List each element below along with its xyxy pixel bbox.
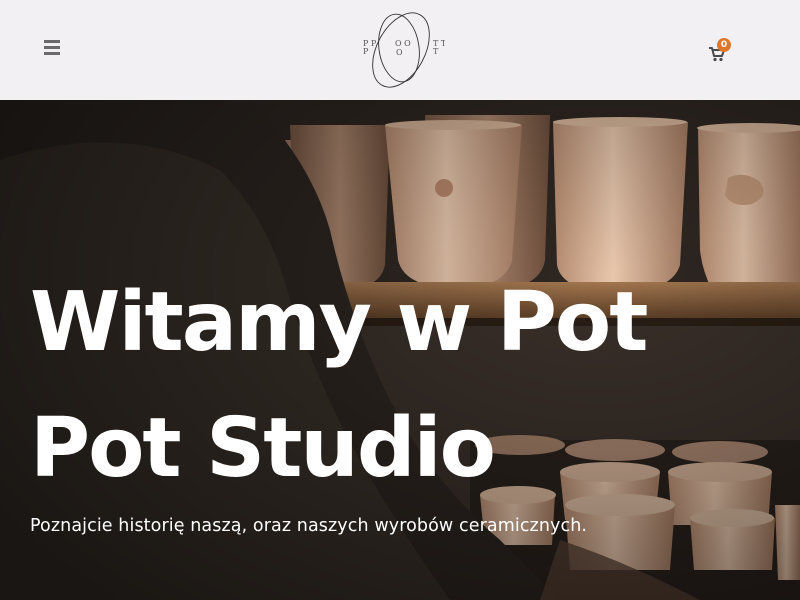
logo-letters-middle: O O <box>395 39 411 48</box>
svg-text:P: P <box>363 47 369 56</box>
hero-title-line-2: Pot Studio <box>30 401 496 496</box>
hero-title-line-1: Witamy w Pot <box>30 275 648 370</box>
pot-pot-logo-icon: P P P O O O T T T <box>363 12 445 88</box>
site-logo[interactable]: P P P O O O T T T <box>355 8 445 92</box>
svg-text:O: O <box>396 48 403 57</box>
hero-subtitle: Poznajcie historię naszą, oraz naszych w… <box>30 516 588 536</box>
svg-text:T: T <box>433 47 439 56</box>
hero-title: Witamy w Pot Pot Studio <box>30 260 770 512</box>
hamburger-menu-icon <box>42 40 64 55</box>
cart-count-badge: 0 <box>717 38 731 52</box>
hero-section: Witamy w Pot Pot Studio Poznajcie histor… <box>0 100 800 600</box>
site-header: P P P O O O T T T 0 <box>0 0 800 100</box>
hamburger-menu-button[interactable] <box>42 40 64 60</box>
cart-button[interactable]: 0 <box>706 38 736 64</box>
